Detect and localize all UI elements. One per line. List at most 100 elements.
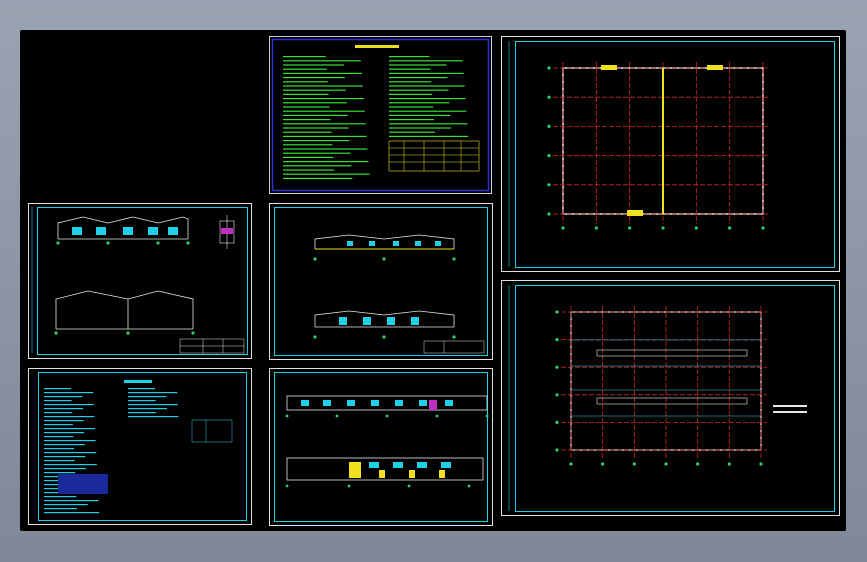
text-line [44, 408, 83, 410]
grid-axis-bubble [547, 212, 551, 216]
text-line [389, 72, 464, 74]
text-line [283, 161, 369, 163]
text-line [389, 85, 465, 87]
notes-title-marks [355, 45, 399, 48]
lower-elevation [314, 310, 455, 328]
text-line [283, 98, 364, 100]
upper-elevation [314, 234, 455, 249]
text-line [44, 504, 88, 506]
elevation-sheet-1[interactable] [28, 203, 252, 359]
text-line [389, 93, 433, 95]
text-line [389, 102, 450, 104]
plan-sheet-roof-layout[interactable] [501, 280, 840, 516]
text-line [44, 500, 99, 502]
text-line [283, 106, 330, 108]
text-line [283, 135, 367, 137]
text-line [389, 68, 431, 70]
text-line [44, 404, 94, 406]
text-line [283, 152, 351, 154]
grid-axis-bubble [728, 226, 732, 230]
text-line [283, 140, 350, 142]
text-line [44, 512, 100, 514]
grid-axis-bubble [601, 462, 605, 466]
text-line [283, 123, 366, 125]
text-line [44, 392, 94, 394]
text-line [283, 156, 334, 158]
text-line [283, 148, 368, 150]
grid-axis-bubble [632, 462, 636, 466]
text-line [283, 68, 327, 70]
text-line [283, 169, 335, 171]
text-line [389, 114, 451, 116]
grid-axis-bubble [761, 226, 765, 230]
grid-axis-bubble [555, 393, 559, 397]
grid-axis-bubble [547, 124, 551, 128]
grid-axis-bubble [555, 420, 559, 424]
text-line [283, 127, 349, 129]
text-line [128, 408, 167, 410]
text-line [44, 508, 77, 510]
text-line [283, 119, 331, 121]
elevation-sheet-3-drawing [269, 368, 493, 526]
text-line [44, 436, 74, 438]
legend-table [191, 419, 233, 443]
legend-block [58, 474, 108, 494]
design-notes-sheet[interactable] [269, 36, 492, 194]
text-line [283, 110, 365, 112]
text-line [283, 131, 332, 133]
grid-axis-bubble [547, 154, 551, 158]
grid-axis-bubble [664, 462, 668, 466]
text-line [283, 64, 344, 66]
text-line [128, 396, 167, 398]
text-line [44, 432, 85, 434]
grid-axis-bubble [594, 226, 598, 230]
drawing-canvas[interactable] [20, 30, 846, 531]
grid-axis-bubble [561, 226, 565, 230]
text-line [283, 165, 352, 167]
text-line [44, 472, 76, 474]
text-line [283, 89, 346, 91]
notes-sheet-general-drawing [28, 368, 252, 525]
grid-axis-bubble [555, 310, 559, 314]
text-line [44, 464, 97, 466]
text-line [283, 144, 333, 146]
text-line [128, 412, 157, 414]
text-line [283, 173, 370, 175]
text-line [128, 392, 178, 394]
text-line [389, 60, 463, 62]
text-line [283, 177, 353, 179]
grid-axis-bubble [759, 462, 763, 466]
text-line [283, 102, 347, 104]
elevation-sheet-3[interactable] [269, 368, 493, 526]
grid-axis-bubble [696, 462, 700, 466]
elevation-sheet-2[interactable] [269, 203, 493, 360]
grid-axis-bubble [555, 448, 559, 452]
text-line [389, 123, 468, 125]
elevation-sheet-1-drawing [28, 203, 252, 359]
title-block [179, 338, 245, 354]
text-line [44, 448, 74, 450]
text-line [389, 64, 447, 66]
text-line [389, 135, 469, 137]
text-line [389, 89, 449, 91]
text-line [283, 93, 329, 95]
text-line [389, 106, 434, 108]
text-line [44, 456, 86, 458]
text-line [389, 77, 448, 79]
grid-axis-bubble [661, 226, 665, 230]
plan-sheet-column-grid-drawing [501, 36, 840, 272]
text-line [283, 85, 363, 87]
text-line [44, 412, 73, 414]
notes-sheet-general[interactable] [28, 368, 252, 525]
text-line [44, 496, 77, 498]
text-line [283, 72, 362, 74]
plan-sheet-roof-layout-drawing [501, 280, 840, 516]
text-line [389, 127, 452, 129]
grid-axis-bubble [555, 338, 559, 342]
text-line [389, 119, 434, 121]
plan-sheet-column-grid[interactable] [501, 36, 840, 272]
text-line [283, 60, 361, 62]
text-line [283, 56, 326, 58]
text-line [44, 452, 97, 454]
text-line [283, 81, 328, 83]
